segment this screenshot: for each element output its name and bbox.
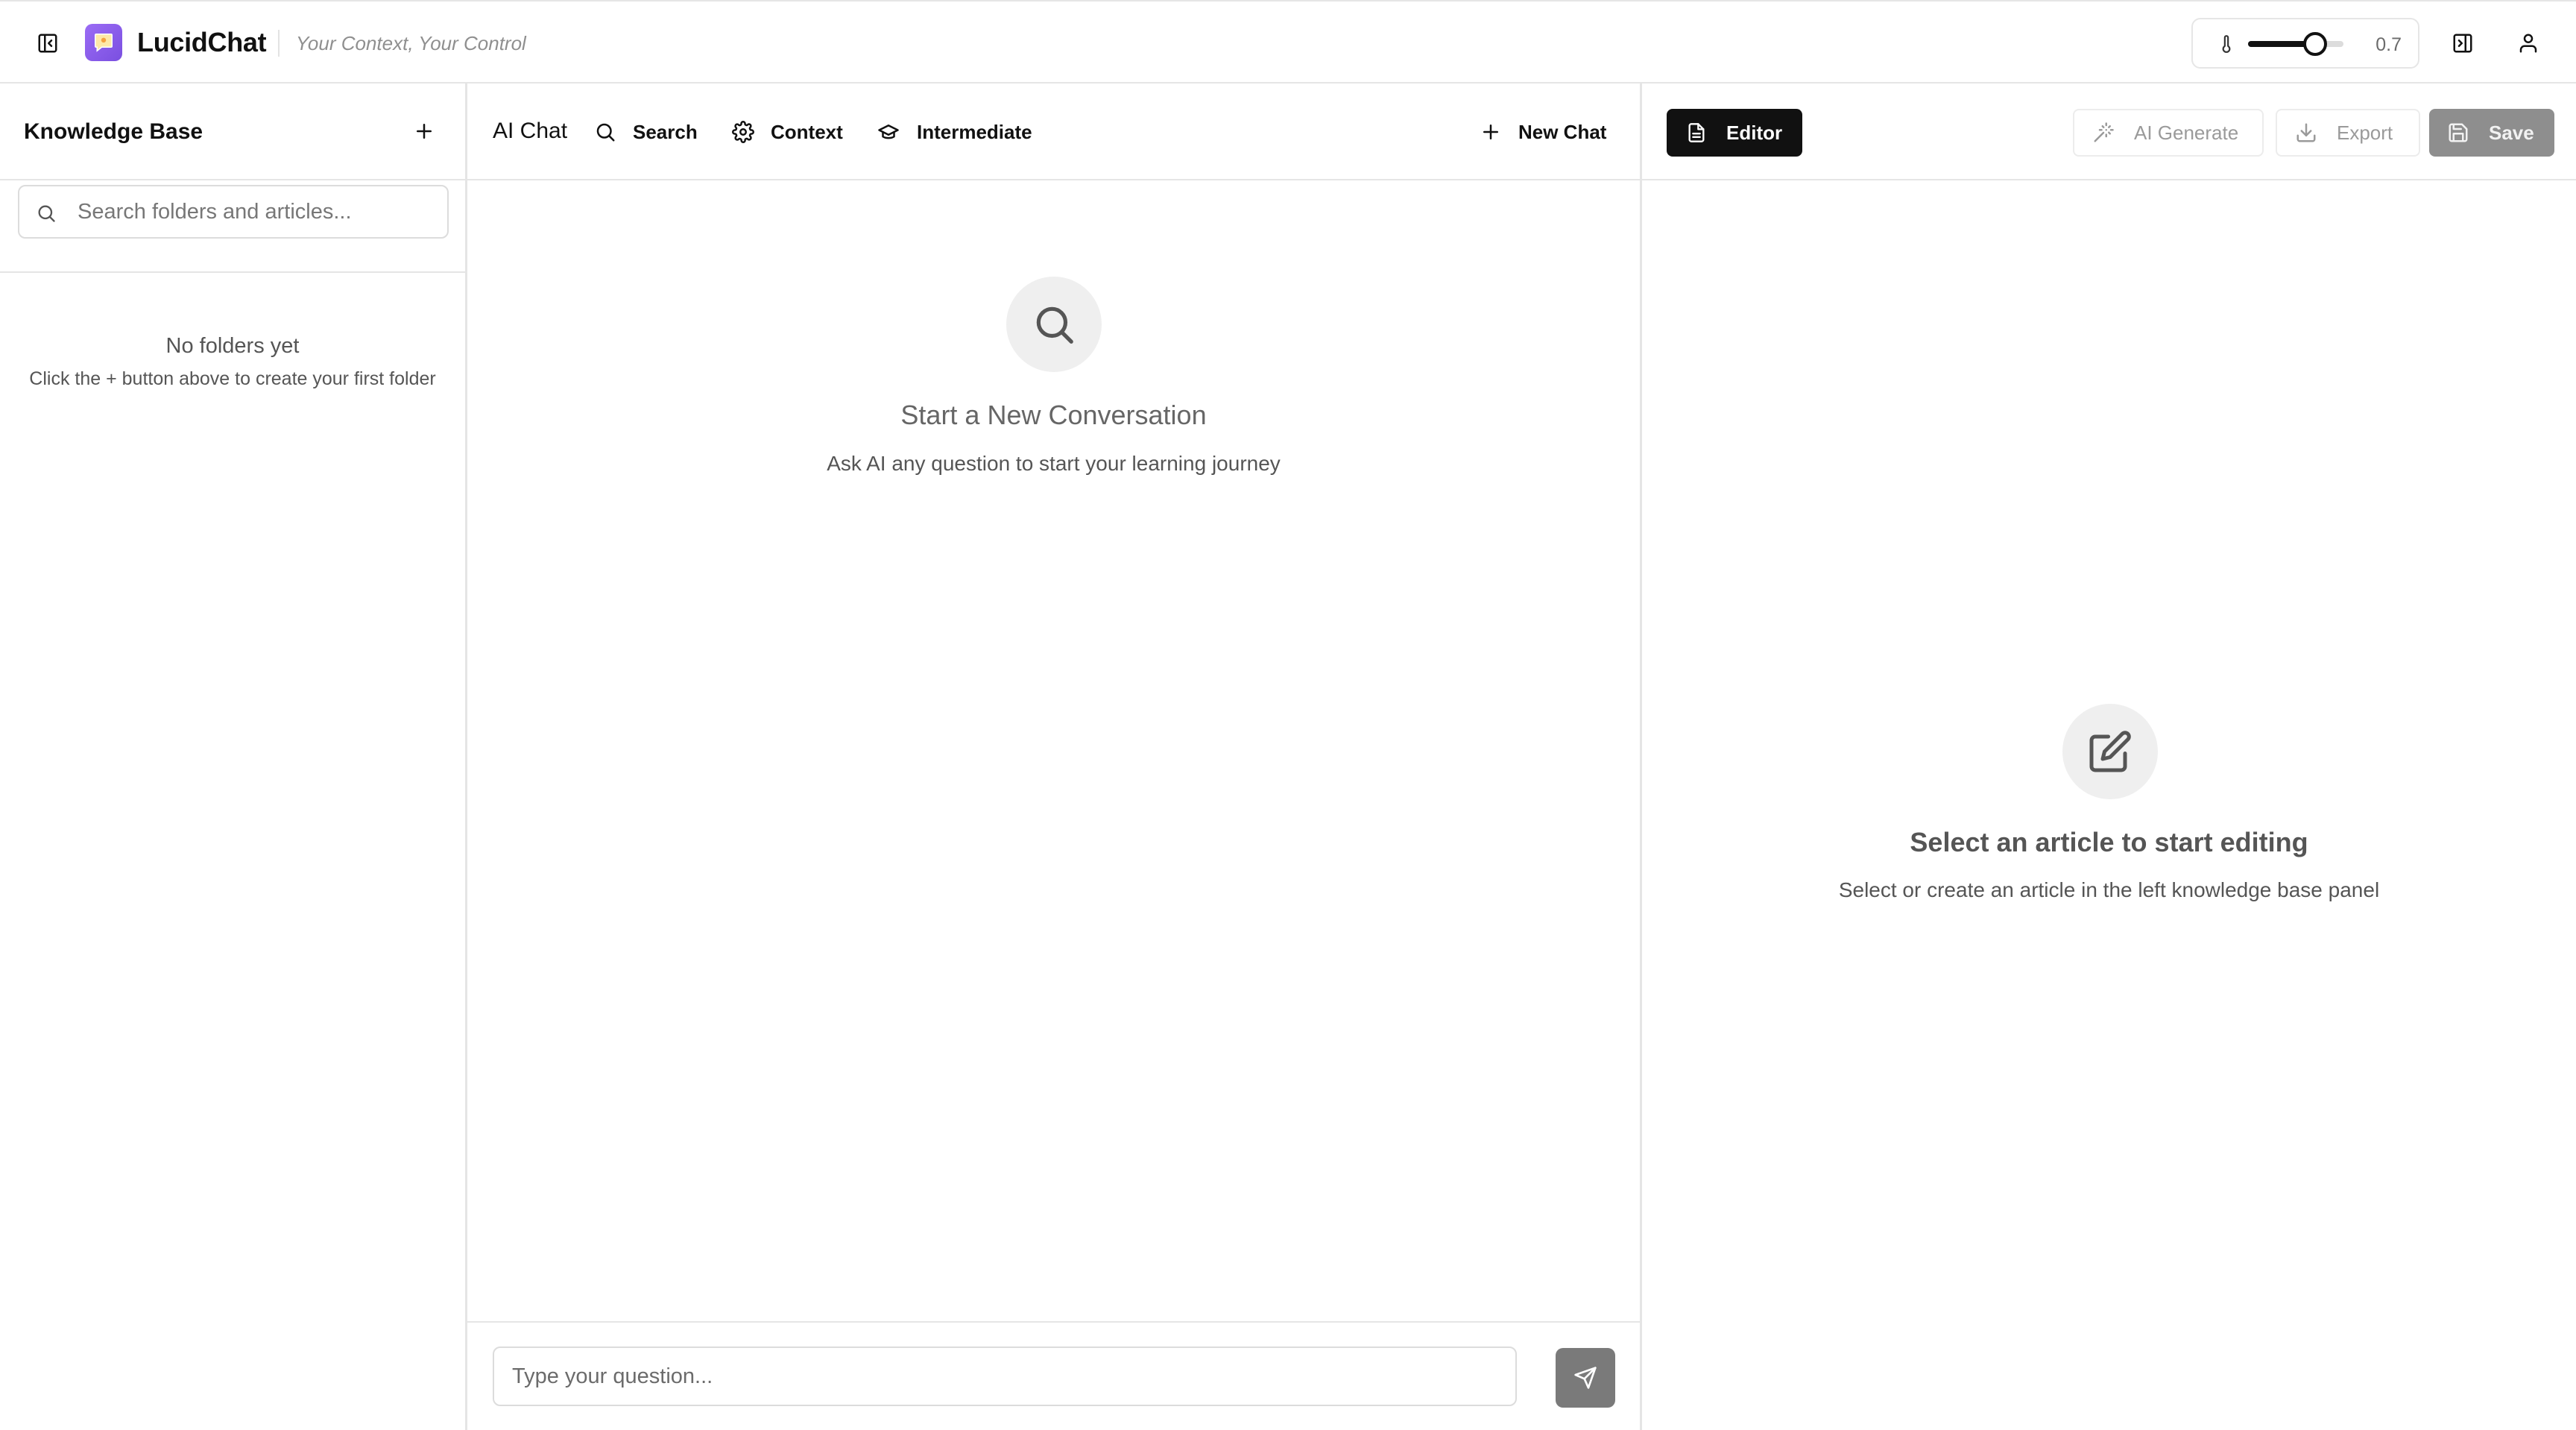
app-tagline: Your Context, Your Control — [296, 32, 526, 54]
add-folder-button[interactable] — [409, 116, 439, 146]
user-icon — [2519, 34, 2537, 53]
export-button[interactable]: Export — [2276, 109, 2420, 157]
temperature-slider-thumb[interactable] — [2302, 32, 2327, 56]
editor-tab[interactable]: Editor — [1667, 109, 1802, 157]
ai-generate-button[interactable]: AI Generate — [2073, 109, 2264, 157]
send-button[interactable] — [1556, 1348, 1615, 1408]
empty-editor-illustration — [2062, 704, 2158, 799]
context-button[interactable]: Context — [732, 113, 843, 151]
chat-toolbar: AI Chat Search Context Intermediate New … — [467, 84, 1640, 180]
search-button-label: Search — [633, 120, 698, 143]
empty-editor-subtitle: Select or create an article in the left … — [1838, 878, 2380, 901]
temperature-slider[interactable] — [2248, 32, 2343, 56]
graduation-cap-icon — [878, 125, 899, 139]
send-icon — [1574, 1367, 1597, 1389]
top-bar: LucidChat Your Context, Your Control 0.7 — [0, 0, 2576, 84]
level-button[interactable]: Intermediate — [877, 113, 1032, 151]
ai-generate-label: AI Generate — [2134, 121, 2239, 144]
empty-chat-illustration — [1006, 277, 1102, 372]
editor-tab-label: Editor — [1726, 121, 1783, 144]
new-chat-button[interactable]: New Chat — [1480, 113, 1606, 151]
plus-icon — [417, 124, 432, 139]
edit-icon — [2089, 731, 2131, 772]
knowledge-base-panel: Knowledge Base No folders yet Click the … — [0, 84, 467, 1430]
search-icon — [596, 123, 615, 142]
knowledge-base-title: Knowledge Base — [24, 119, 203, 144]
save-button[interactable]: Save — [2429, 109, 2554, 157]
temperature-control: 0.7 — [2191, 18, 2419, 69]
gear-icon — [732, 121, 754, 143]
save-icon — [2449, 123, 2468, 142]
temperature-value: 0.7 — [2375, 34, 2402, 55]
empty-folders-title: No folders yet — [165, 334, 300, 358]
chat-input — [493, 1346, 1517, 1406]
sidebar-toggle-icon — [38, 34, 57, 53]
chat-title: AI Chat — [493, 119, 568, 143]
header-divider — [278, 30, 280, 57]
ai-chat-panel: AI Chat Search Context Intermediate New … — [467, 84, 1640, 1430]
empty-folders-subtitle: Click the + button above to create your … — [29, 368, 436, 389]
panel-toggle-button[interactable] — [2448, 28, 2478, 58]
knowledge-base-search-input[interactable] — [78, 186, 435, 237]
user-menu-button[interactable] — [2513, 28, 2543, 58]
thermometer-icon — [2222, 35, 2231, 53]
download-icon — [2296, 123, 2316, 142]
chat-question-input[interactable] — [512, 1348, 1496, 1405]
knowledge-base-header: Knowledge Base — [0, 84, 465, 180]
app-logo — [85, 24, 122, 61]
chat-bubble-logo-icon — [95, 34, 113, 52]
search-button[interactable]: Search — [594, 113, 698, 151]
empty-chat-title: Start a New Conversation — [900, 400, 1207, 430]
search-icon — [38, 205, 55, 222]
document-icon — [1688, 123, 1705, 142]
save-label: Save — [2489, 121, 2534, 144]
empty-editor-title: Select an article to start editing — [1910, 827, 2308, 857]
editor-toolbar: Editor AI Generate Export Save — [1642, 84, 2576, 180]
sidebar-toggle-button[interactable] — [33, 28, 63, 58]
knowledge-base-search — [18, 185, 449, 239]
panel-toggle-icon — [2453, 34, 2472, 53]
level-button-label: Intermediate — [917, 120, 1032, 143]
magic-wand-icon — [2094, 122, 2114, 142]
editor-panel: Editor AI Generate Export Save Select an… — [1640, 84, 2576, 1430]
empty-chat-subtitle: Ask AI any question to start your learni… — [827, 452, 1281, 475]
search-icon — [1036, 306, 1073, 344]
context-button-label: Context — [771, 120, 843, 143]
export-label: Export — [2337, 121, 2393, 144]
app-name: LucidChat — [137, 27, 267, 57]
plus-icon — [1483, 125, 1498, 139]
new-chat-button-label: New Chat — [1518, 120, 1607, 143]
chat-input-area — [467, 1321, 1640, 1430]
